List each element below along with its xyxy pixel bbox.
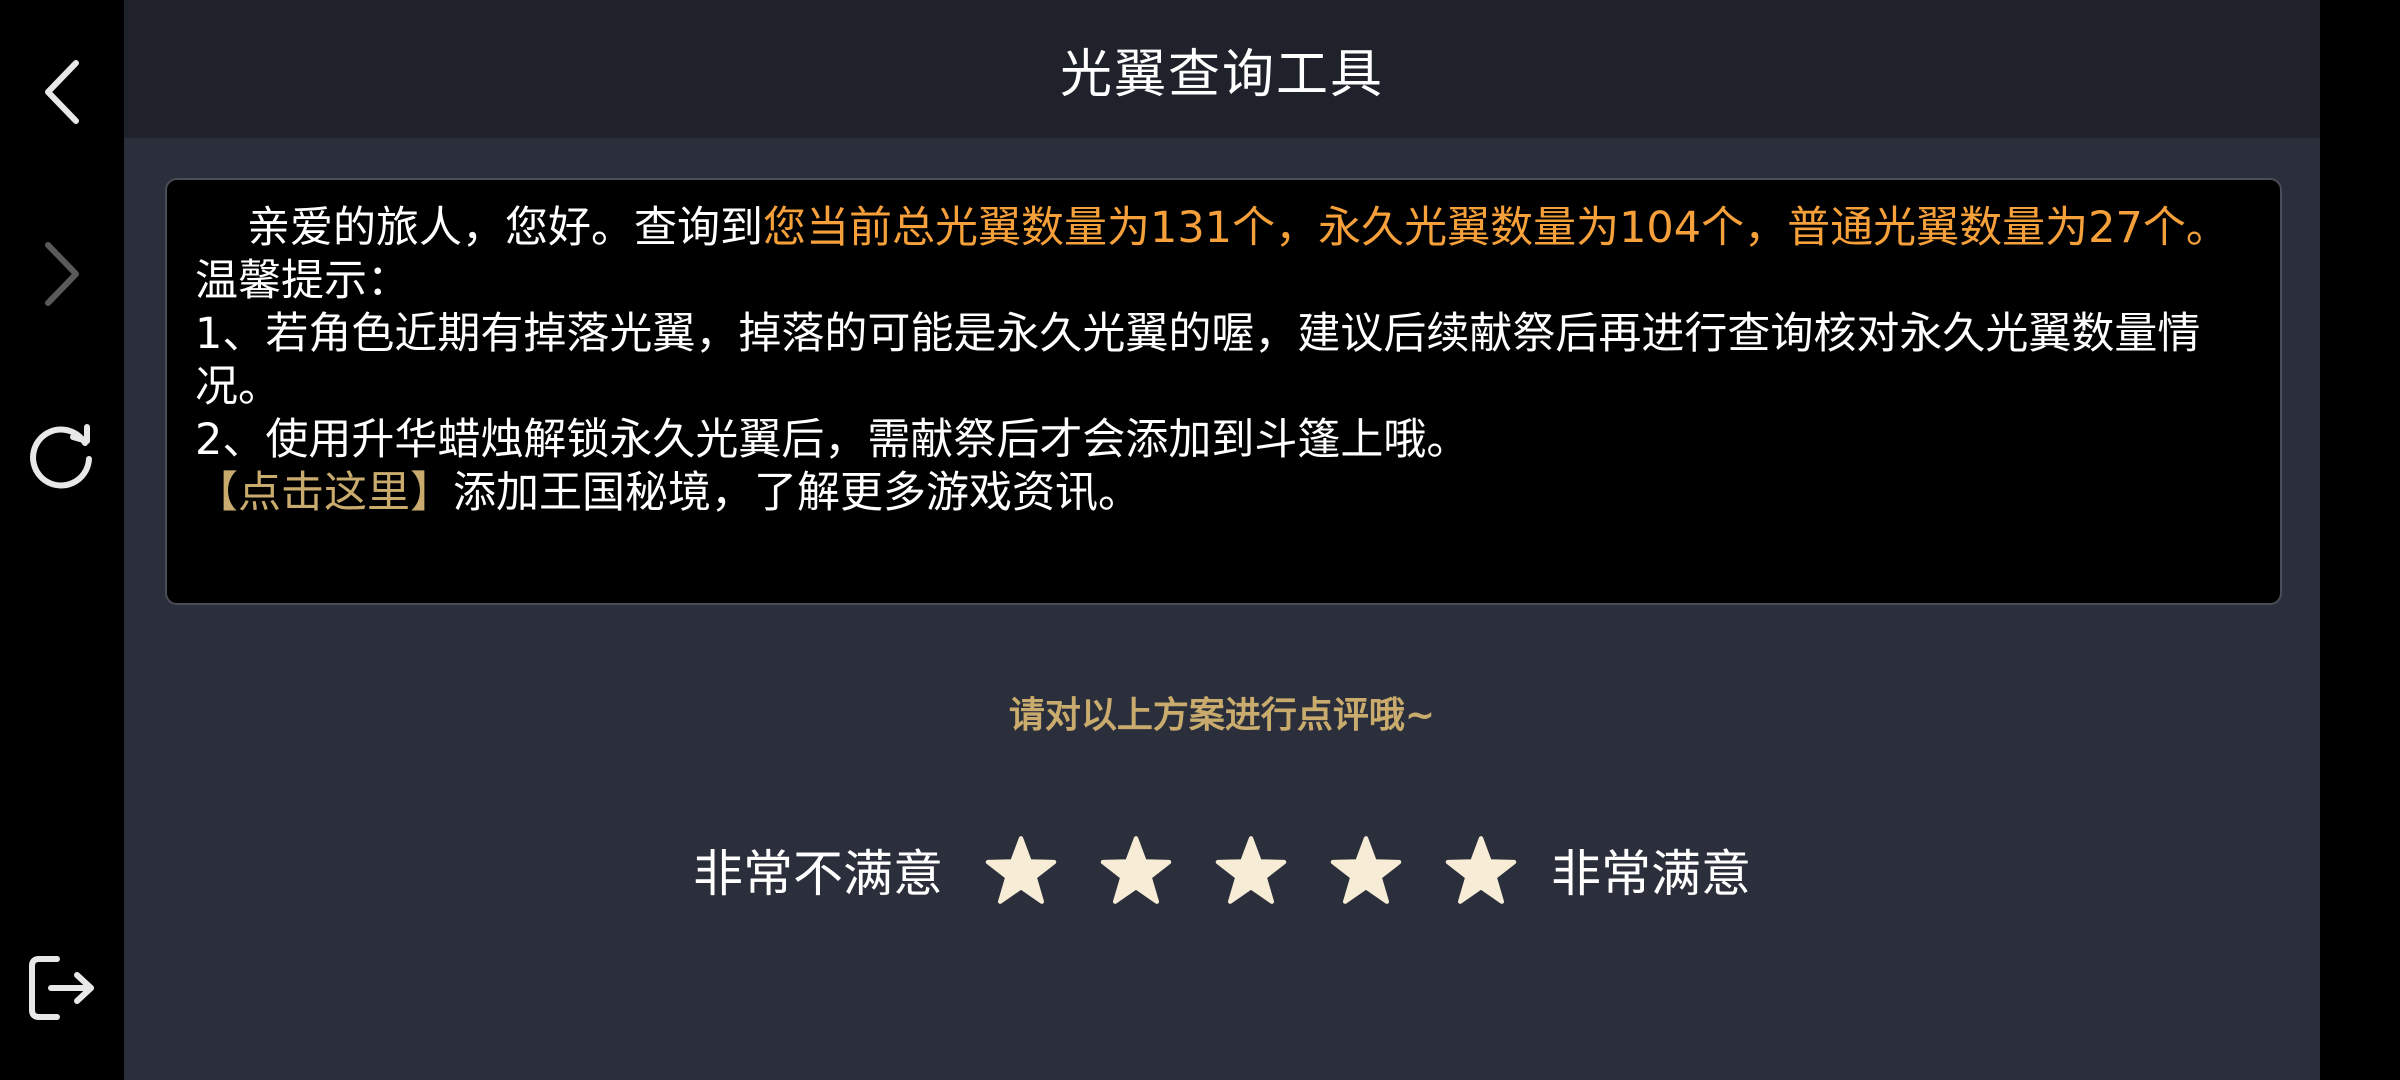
title-bar: 光翼查询工具 xyxy=(124,0,2320,138)
refresh-icon xyxy=(30,424,92,489)
star-icon xyxy=(1330,836,1402,904)
star-1[interactable] xyxy=(981,830,1061,910)
tips-title: 温馨提示： xyxy=(195,256,410,306)
result-text: 您当前总光翼数量为131个，永久光翼数量为104个，普通光翼数量为27个。 xyxy=(763,203,2229,253)
star-icon xyxy=(1445,836,1517,904)
exit-button[interactable] xyxy=(22,948,102,1028)
link-paragraph: 【点击这里】添加王国秘境，了解更多游戏资讯。 xyxy=(195,467,2252,520)
rating-low-label: 非常不满意 xyxy=(693,845,943,903)
forward-arrow-icon xyxy=(45,242,79,306)
main-panel: 光翼查询工具 亲爱的旅人，您好。查询到您当前总光翼数量为131个，永久光翼数量为… xyxy=(124,0,2320,1080)
star-icon xyxy=(1215,836,1287,904)
exit-icon xyxy=(29,956,94,1020)
refresh-button[interactable] xyxy=(22,416,102,496)
nav-rail xyxy=(0,0,124,1080)
star-5[interactable] xyxy=(1441,830,1521,910)
star-3[interactable] xyxy=(1211,830,1291,910)
page-title: 光翼查询工具 xyxy=(1059,44,1384,105)
click-here-link[interactable]: 【点击这里】 xyxy=(195,468,453,518)
app-root: 光翼查询工具 亲爱的旅人，您好。查询到您当前总光翼数量为131个，永久光翼数量为… xyxy=(0,0,2400,1080)
result-paragraph: 亲爱的旅人，您好。查询到您当前总光翼数量为131个，永久光翼数量为104个，普通… xyxy=(195,202,2252,255)
greeting-text: 亲爱的旅人，您好。查询到 xyxy=(247,203,763,253)
star-icon xyxy=(985,836,1057,904)
star-icon xyxy=(1100,836,1172,904)
tip-1: 1、若角色近期有掉落光翼，掉落的可能是永久光翼的喔，建议后续献祭后再进行查询核对… xyxy=(195,309,2201,412)
star-4[interactable] xyxy=(1326,830,1406,910)
message-card: 亲爱的旅人，您好。查询到您当前总光翼数量为131个，永久光翼数量为104个，普通… xyxy=(165,178,2282,605)
back-button[interactable] xyxy=(22,52,102,132)
back-arrow-icon xyxy=(45,60,79,124)
rating-high-label: 非常满意 xyxy=(1551,845,1751,903)
star-rating xyxy=(981,830,1521,910)
right-edge-strip xyxy=(2320,0,2400,1080)
forward-button[interactable] xyxy=(22,234,102,314)
rating-row: 非常不满意 非常满意 xyxy=(124,830,2320,910)
link-suffix-text: 添加王国秘境，了解更多游戏资讯。 xyxy=(453,468,1141,518)
tip-2: 2、使用升华蜡烛解锁永久光翼后，需献祭后才会添加到斗篷上哦。 xyxy=(195,415,1470,465)
star-2[interactable] xyxy=(1096,830,1176,910)
rating-prompt: 请对以上方案进行点评哦~ xyxy=(1008,695,1436,736)
